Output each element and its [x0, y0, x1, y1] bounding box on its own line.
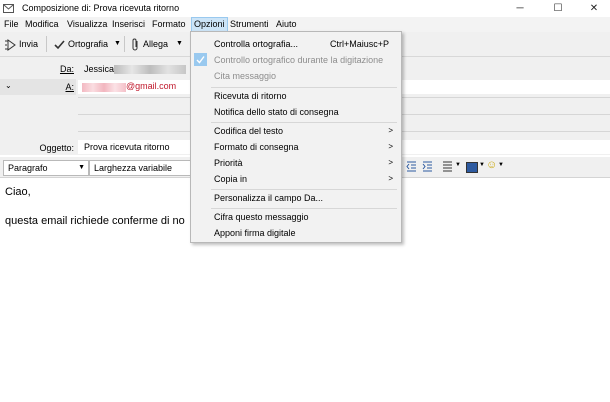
toolbar-separator [124, 36, 125, 52]
body-text: questa email richiede conferme di no [5, 215, 185, 227]
toolbar-separator [46, 36, 47, 52]
send-label: Invia [19, 39, 39, 49]
paragraph-format-value: Paragrafo [8, 163, 48, 173]
menu-item-delivery-format[interactable]: Formato di consegna > [191, 139, 401, 155]
menu-visualizza[interactable]: Visualizza [65, 18, 109, 31]
chevron-right-icon: > [388, 142, 393, 151]
menu-item-label: Priorità [214, 158, 243, 168]
outdent-icon[interactable] [406, 161, 417, 172]
menu-item-delivery-status[interactable]: Notifica dello stato di consegna [191, 104, 401, 120]
menu-modifica[interactable]: Modifica [23, 18, 61, 31]
checkmark-icon [196, 56, 205, 64]
chevron-down-icon[interactable]: ⌄ [5, 81, 12, 90]
checkbox-checked [194, 53, 207, 66]
menu-opzioni[interactable]: Opzioni [191, 17, 228, 32]
options-menu: Controlla ortografia... Ctrl+Maiusc+P Co… [190, 31, 402, 243]
attach-dropdown[interactable]: ▼ [176, 36, 183, 52]
checkmark-icon [54, 40, 65, 50]
chevron-down-icon: ▼ [114, 40, 121, 47]
menu-item-label: Cita messaggio [214, 71, 277, 81]
thunderbird-icon [3, 4, 14, 13]
menu-item-check-spelling[interactable]: Controlla ortografia... Ctrl+Maiusc+P [191, 36, 401, 52]
menu-item-inline-spellcheck: Controllo ortografico durante la digitaz… [191, 52, 401, 68]
menu-item-label: Notifica dello stato di consegna [214, 107, 339, 117]
spelling-button[interactable]: Ortografia [54, 36, 108, 52]
from-address-redacted [114, 65, 186, 74]
menu-item-label: Apponi firma digitale [214, 228, 296, 238]
paperclip-icon [132, 38, 138, 51]
chevron-right-icon: > [388, 126, 393, 135]
window-title: Composizione di: Prova ricevuta ritorno [22, 3, 180, 13]
menu-item-encrypt[interactable]: Cifra questo messaggio [191, 209, 401, 225]
subject-label: Oggetto: [39, 143, 74, 153]
send-button[interactable]: Invia [4, 36, 38, 52]
to-domain: @gmail.com [126, 81, 177, 91]
menu-aiuto[interactable]: Aiuto [274, 18, 299, 31]
subject-value: Prova ricevuta ritorno [84, 142, 170, 152]
menu-item-copy-to[interactable]: Copia in > [191, 171, 401, 187]
chevron-down-icon[interactable]: ▼ [498, 162, 504, 168]
title-bar: Composizione di: Prova ricevuta ritorno … [0, 0, 610, 17]
menu-item-digital-signature[interactable]: Apponi firma digitale [191, 225, 401, 241]
menu-item-label: Personalizza il campo Da... [214, 193, 324, 203]
menu-item-label: Cifra questo messaggio [214, 212, 309, 222]
spelling-dropdown[interactable]: ▼ [114, 36, 121, 52]
font-select[interactable]: Larghezza variabile [89, 160, 195, 176]
attach-label: Allega [143, 39, 169, 49]
chevron-down-icon[interactable]: ▼ [455, 162, 461, 168]
menu-item-label: Copia in [214, 174, 248, 184]
close-button[interactable]: ✕ [576, 0, 610, 17]
menu-strumenti[interactable]: Strumenti [228, 18, 271, 31]
chevron-down-icon[interactable]: ▼ [479, 162, 485, 168]
menu-item-label: Controlla ortografia... [214, 39, 299, 49]
menu-formato[interactable]: Formato [150, 18, 188, 31]
menu-item-quote-message: Cita messaggio [191, 68, 401, 84]
insert-object-icon[interactable] [466, 162, 478, 173]
chevron-down-icon: ▼ [78, 164, 85, 171]
from-name: Jessica [84, 64, 115, 74]
menu-item-label: Formato di consegna [214, 142, 299, 152]
smiley-icon[interactable]: ☺ [486, 159, 497, 171]
menu-item-return-receipt[interactable]: Ricevuta di ritorno [191, 88, 401, 104]
to-address-redacted [82, 83, 126, 92]
from-label: Da: [59, 64, 74, 74]
attach-button[interactable]: Allega [131, 36, 168, 52]
to-label: A: [65, 82, 74, 92]
menu-item-shortcut: Ctrl+Maiusc+P [329, 39, 389, 49]
menu-bar: File Modifica Visualizza Inserisci Forma… [0, 17, 610, 32]
menu-item-label: Ricevuta di ritorno [214, 91, 287, 101]
menu-inserisci[interactable]: Inserisci [110, 18, 147, 31]
maximize-button[interactable]: ☐ [540, 0, 576, 17]
align-icon[interactable] [442, 161, 453, 172]
minimize-button[interactable]: ─ [502, 0, 538, 17]
chevron-right-icon: > [388, 158, 393, 167]
from-field[interactable]: Jessica [78, 62, 190, 76]
indent-icon[interactable] [422, 161, 433, 172]
menu-file[interactable]: File [2, 18, 21, 31]
chevron-down-icon: ▼ [176, 40, 183, 47]
send-icon [5, 38, 16, 51]
chevron-right-icon: > [388, 174, 393, 183]
body-greeting: Ciao, [5, 186, 31, 198]
menu-item-text-encoding[interactable]: Codifica del testo > [191, 123, 401, 139]
font-value: Larghezza variabile [94, 163, 173, 173]
menu-item-label: Codifica del testo [214, 126, 284, 136]
recipient-type-row: ⌄ A: [0, 79, 76, 95]
menu-item-label: Controllo ortografico durante la digitaz… [214, 55, 384, 65]
paragraph-format-select[interactable]: Paragrafo ▼ [3, 160, 89, 176]
menu-item-priority[interactable]: Priorità > [191, 155, 401, 171]
menu-item-customize-from[interactable]: Personalizza il campo Da... [191, 190, 401, 206]
spelling-label: Ortografia [68, 39, 109, 49]
